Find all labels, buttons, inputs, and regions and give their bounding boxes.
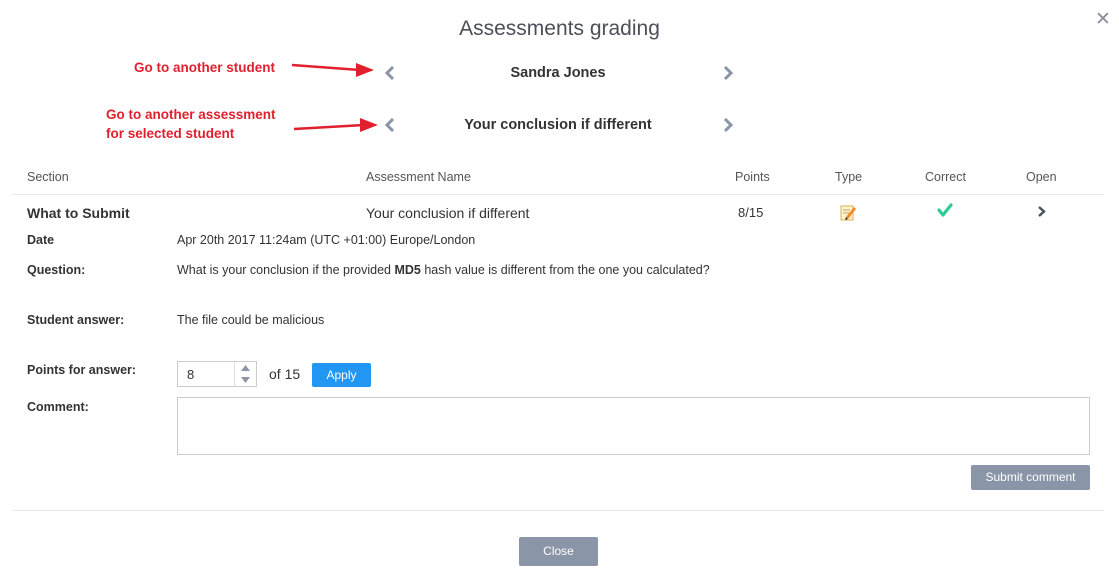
header-divider xyxy=(12,194,1104,195)
question-value: What is your conclusion if the provided … xyxy=(177,263,710,277)
close-button[interactable]: Close xyxy=(519,537,598,566)
student-name: Sandra Jones xyxy=(510,65,606,81)
annotation-student-nav: Go to another student xyxy=(134,60,275,75)
student-answer-value: The file could be malicious xyxy=(177,313,325,327)
date-label: Date xyxy=(27,233,55,247)
comment-textarea[interactable] xyxy=(177,397,1090,455)
stepper-controls xyxy=(234,362,256,386)
header-points: Points xyxy=(735,170,770,184)
submit-comment-button[interactable]: Submit comment xyxy=(971,465,1090,490)
header-type: Type xyxy=(835,170,863,184)
header-assessment-name: Assessment Name xyxy=(366,170,471,184)
prev-student-chevron-icon[interactable] xyxy=(382,64,398,82)
student-answer-label: Student answer: xyxy=(27,313,125,327)
prev-assessment-chevron-icon[interactable] xyxy=(382,116,398,134)
footer-divider xyxy=(12,510,1104,511)
points-stepper[interactable] xyxy=(177,361,257,387)
points-max-text: of 15 xyxy=(269,366,301,382)
apply-button[interactable]: Apply xyxy=(312,363,371,387)
header-open: Open xyxy=(1026,170,1057,184)
points-input[interactable] xyxy=(178,362,234,386)
annotation-assessment-line1: Go to another assessment xyxy=(106,107,276,122)
next-student-chevron-icon[interactable] xyxy=(720,64,736,82)
checkmark-icon xyxy=(937,203,953,217)
chevron-right-icon[interactable] xyxy=(1036,205,1048,218)
annotation-assessment-nav: Go to another assessment for selected st… xyxy=(106,105,276,143)
points-for-answer-label: Points for answer: xyxy=(27,363,137,377)
close-icon[interactable]: ✕ xyxy=(1094,10,1112,30)
annotation-arrow-student xyxy=(291,63,374,77)
row-section: What to Submit xyxy=(27,205,130,221)
comment-label: Comment: xyxy=(27,400,89,414)
increment-icon[interactable] xyxy=(235,362,256,374)
assessment-name: Your conclusion if different xyxy=(464,117,652,133)
row-points: 8/15 xyxy=(738,205,764,220)
annotation-arrow-assessment xyxy=(293,118,378,132)
decrement-icon[interactable] xyxy=(235,374,256,386)
header-section: Section xyxy=(27,170,69,184)
next-assessment-chevron-icon[interactable] xyxy=(720,116,736,134)
pencil-note-icon xyxy=(840,205,856,221)
header-correct: Correct xyxy=(925,170,966,184)
dialog-title: Assessments grading xyxy=(459,17,660,40)
question-label: Question: xyxy=(27,263,86,277)
date-value: Apr 20th 2017 11:24am (UTC +01:00) Europ… xyxy=(177,233,476,247)
row-assessment-name: Your conclusion if different xyxy=(366,205,530,221)
annotation-assessment-line2: for selected student xyxy=(106,126,235,141)
